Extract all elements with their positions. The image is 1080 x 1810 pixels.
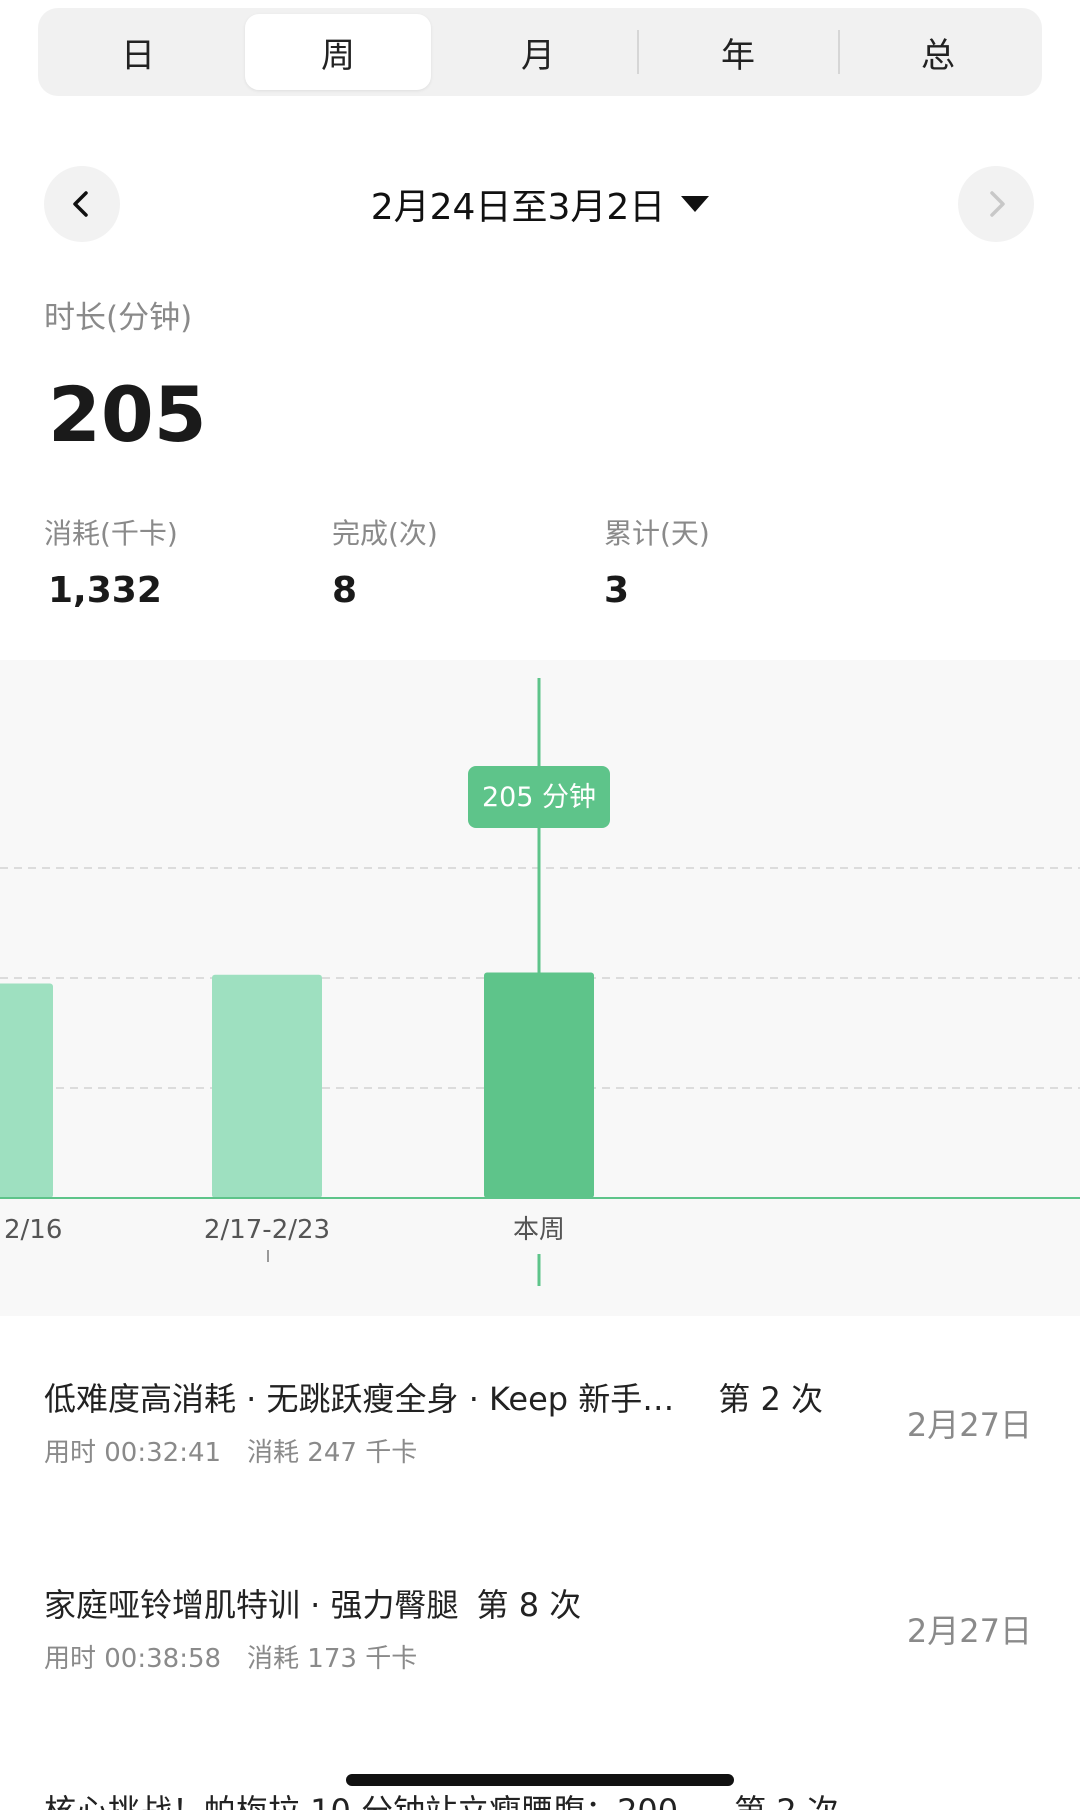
workout-date: 2月27日 — [906, 1406, 1032, 1444]
date-range-label: 2月24日至3月2日 — [370, 187, 666, 228]
completed-label: 完成(次) — [332, 517, 438, 550]
calories-value: 1,332 — [48, 570, 162, 611]
date-range-selector[interactable]: 2月24日至3月2日 — [0, 180, 1080, 228]
workout-count: 第 8 次 — [476, 1586, 582, 1624]
workout-calories: 消耗 173 千卡 — [247, 1644, 418, 1674]
workout-calories: 消耗 247 千卡 — [247, 1438, 418, 1468]
tooltip-label: 205 分钟 — [482, 782, 596, 813]
days-label: 累计(天) — [604, 517, 710, 550]
x-tick-label: 本周 — [513, 1215, 565, 1245]
workout-title: 低难度高消耗 · 无跳跃瘦全身 · Keep 新手… — [44, 1380, 675, 1418]
chart-bar — [212, 974, 322, 1198]
x-tick-label: 2/17-2/23 — [204, 1215, 330, 1245]
workout-time: 用时 00:38:58 — [44, 1644, 222, 1674]
next-period-button[interactable] — [958, 166, 1034, 242]
chart-bar — [0, 983, 53, 1198]
tab-month[interactable]: 月 — [438, 8, 638, 96]
days-value: 3 — [604, 570, 630, 611]
workout-title-line: 家庭哑铃增肌特训 · 强力臀腿第 8 次 — [44, 1580, 581, 1626]
chart-bar — [484, 972, 594, 1198]
workout-title: 核心挑战！帕梅拉 10 分钟站立瘦腰腹：200 — [44, 1792, 678, 1810]
workout-meta: 用时 00:32:41 消耗 247 千卡 — [44, 1432, 443, 1469]
tab-day[interactable]: 日 — [38, 8, 238, 96]
workout-item[interactable]: 家庭哑铃增肌特训 · 强力臀腿第 8 次 用时 00:38:58 消耗 173 千… — [0, 1580, 1080, 1780]
workout-title: 家庭哑铃增肌特训 · 强力臀腿 — [44, 1586, 459, 1624]
home-indicator — [346, 1774, 734, 1786]
calories-label: 消耗(千卡) — [44, 517, 178, 550]
workout-title-line: 核心挑战！帕梅拉 10 分钟站立瘦腰腹：200 第 2 次 — [44, 1786, 839, 1810]
workout-date: 2月27日 — [906, 1612, 1032, 1650]
tab-week[interactable]: 周 — [238, 8, 438, 96]
workout-time: 用时 00:32:41 — [44, 1438, 222, 1468]
workout-count: 第 2 次 — [718, 1380, 824, 1418]
tab-year[interactable]: 年 — [638, 8, 838, 96]
completed-value: 8 — [332, 570, 358, 611]
chevron-right-icon — [990, 191, 1005, 217]
workout-meta: 用时 00:38:58 消耗 173 千卡 — [44, 1638, 443, 1675]
workout-item[interactable]: 核心挑战！帕梅拉 10 分钟站立瘦腰腹：200 第 2 次 — [0, 1786, 1080, 1810]
duration-value: 205 — [48, 370, 207, 459]
caret-down-icon — [681, 196, 710, 212]
duration-label: 时长(分钟) — [44, 300, 193, 336]
tab-total[interactable]: 总 — [838, 8, 1038, 96]
workout-title-line: 低难度高消耗 · 无跳跃瘦全身 · Keep 新手… 第 2 次 — [44, 1374, 823, 1420]
period-tabs: 日 周 月 年 总 — [38, 8, 1042, 96]
weekly-duration-chart[interactable]: 2/16 2/17-2/23 本周 205 分钟 — [0, 660, 1080, 1316]
workout-count: 第 2 次 — [734, 1792, 839, 1810]
workout-item[interactable]: 低难度高消耗 · 无跳跃瘦全身 · Keep 新手… 第 2 次 用时 00:32… — [0, 1374, 1080, 1574]
x-tick-label: 2/16 — [4, 1215, 62, 1245]
